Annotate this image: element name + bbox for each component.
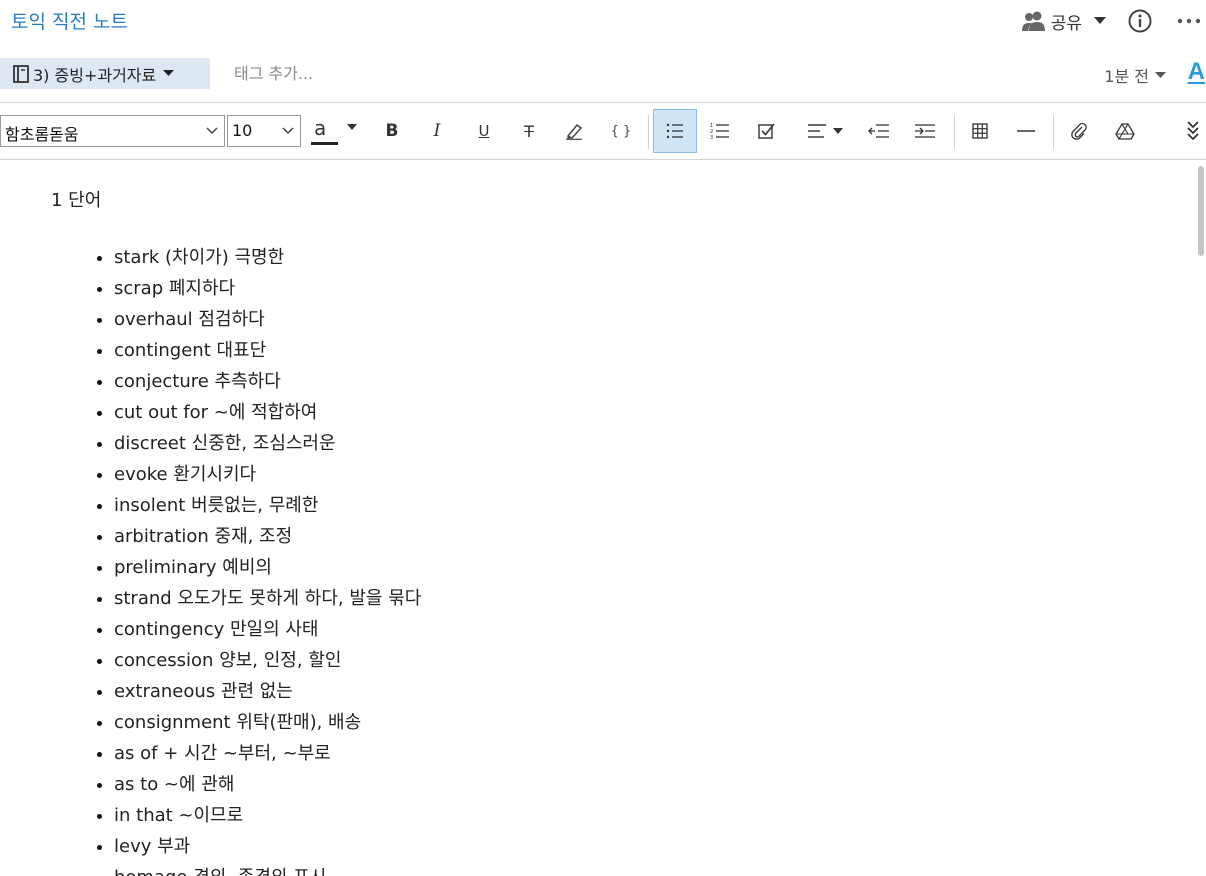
numbered-list-icon: 1 2 3 [710, 123, 729, 140]
modified-time[interactable]: 1분 전 [1104, 63, 1166, 87]
list-item: contingent 대표단 [114, 335, 421, 366]
list-item: homage 경의, 존경의 표시 [114, 862, 421, 876]
chevron-down-icon [282, 127, 294, 135]
list-item: concession 양보, 인정, 할인 [114, 645, 421, 676]
vocabulary-list: stark (차이가) 극명한scrap 폐지하다overhaul 점검하다co… [0, 242, 421, 876]
info-icon[interactable] [1128, 9, 1152, 33]
underline-button[interactable]: U [462, 109, 506, 153]
indent-icon [915, 124, 935, 138]
outdent-icon [868, 124, 889, 138]
note-title[interactable]: 토익 직전 노트 [11, 7, 128, 34]
top-actions: 공유 [1021, 6, 1206, 36]
notebook-icon [13, 64, 29, 83]
list-item: stark (차이가) 극명한 [114, 242, 421, 273]
caret-down-icon [163, 70, 175, 76]
font-color-swatch [311, 142, 338, 145]
list-item: scrap 폐지하다 [114, 273, 421, 304]
top-bar: 토익 직전 노트 공유 [0, 0, 1206, 42]
italic-button[interactable]: I [415, 109, 459, 153]
section-heading: 1 단어 [51, 190, 102, 211]
list-item: cut out for ~에 적합하여 [114, 397, 421, 428]
toolbar-divider [954, 115, 955, 149]
horizontal-rule-button[interactable] [1004, 109, 1048, 153]
list-item: extraneous 관련 없는 [114, 676, 421, 707]
scrollbar[interactable] [1196, 160, 1206, 876]
share-button[interactable]: 공유 [1021, 9, 1106, 34]
code-icon: { } [610, 123, 632, 139]
strikethrough-icon: T [524, 121, 534, 141]
chevrons-down-icon [1187, 121, 1199, 141]
list-item: consignment 위탁(판매), 배송 [114, 707, 421, 738]
bulleted-list-icon [666, 123, 683, 139]
google-drive-button[interactable] [1103, 109, 1147, 153]
align-button[interactable] [797, 109, 853, 153]
more-options-icon[interactable] [1176, 9, 1202, 33]
list-item: evoke 환기시키다 [114, 459, 421, 490]
font-color-label: a [314, 116, 327, 140]
list-item: as to ~에 관해 [114, 769, 421, 800]
svg-text:3: 3 [710, 135, 713, 140]
note-meta-bar: 3) 증빙+과거자료 1분 전 A [0, 58, 1206, 90]
horizontal-rule-icon [1017, 130, 1035, 132]
share-label: 공유 [1050, 13, 1082, 34]
list-item: discreet 신중한, 조심스러운 [114, 428, 421, 459]
modified-label: 1분 전 [1104, 67, 1149, 86]
strikethrough-button[interactable]: T [507, 109, 551, 153]
paperclip-icon [1071, 122, 1087, 140]
list-item: as of + 시간 ~부터, ~부로 [114, 738, 421, 769]
toolbar-divider [1053, 115, 1054, 149]
code-button[interactable]: { } [599, 109, 643, 153]
bulleted-list-button[interactable] [653, 109, 697, 153]
checkbox-icon [758, 123, 775, 139]
caret-down-icon [1094, 17, 1106, 24]
list-item: insolent 버릇없는, 무례한 [114, 490, 421, 521]
list-item: levy 부과 [114, 831, 421, 862]
font-style-button[interactable]: A [1188, 58, 1205, 86]
checklist-button[interactable] [745, 109, 789, 153]
tag-input[interactable] [234, 61, 484, 85]
list-item: contingency 만일의 사태 [114, 614, 421, 645]
caret-down-icon [347, 123, 357, 130]
font-family-select[interactable]: 함초롬돋움 [0, 115, 225, 147]
list-item: conjecture 추측하다 [114, 366, 421, 397]
list-item: strand 오도가도 못하게 하다, 발을 묶다 [114, 583, 421, 614]
toolbar-divider [648, 115, 649, 149]
chevron-down-icon [206, 127, 218, 135]
notebook-selector[interactable]: 3) 증빙+과거자료 [0, 58, 210, 89]
font-family-value: 함초롬돋움 [5, 125, 79, 144]
font-color-button[interactable]: a [307, 109, 361, 153]
numbered-list-button[interactable]: 1 2 3 [698, 109, 742, 153]
scrollbar-thumb[interactable] [1198, 166, 1204, 256]
note-editor[interactable]: 1 단어 stark (차이가) 극명한scrap 폐지하다overhaul 점… [0, 160, 1196, 876]
toolbar-expand-button[interactable] [1180, 109, 1206, 153]
list-item: preliminary 예비의 [114, 552, 421, 583]
font-size-select[interactable]: 10 [227, 115, 301, 147]
attach-button[interactable] [1057, 109, 1101, 153]
google-drive-icon [1115, 123, 1135, 140]
align-left-icon [808, 124, 826, 138]
list-item: arbitration 중재, 조정 [114, 521, 421, 552]
outdent-button[interactable] [857, 109, 901, 153]
font-size-value: 10 [232, 121, 253, 140]
caret-down-icon [1155, 71, 1166, 78]
list-item: in that ~이므로 [114, 800, 421, 831]
font-color-icon: a [311, 116, 341, 146]
table-button[interactable] [958, 109, 1002, 153]
format-toolbar: 함초롬돋움 10 a B I U T { } 1 2 3 [0, 102, 1206, 160]
caret-down-icon [833, 127, 843, 134]
underline-icon: U [478, 122, 490, 140]
list-item: overhaul 점검하다 [114, 304, 421, 335]
users-icon [1021, 11, 1045, 31]
highlight-button[interactable] [552, 109, 596, 153]
bold-button[interactable]: B [370, 109, 414, 153]
notebook-label: 3) 증빙+과거자료 [33, 65, 157, 85]
table-icon [972, 123, 988, 139]
highlighter-icon [566, 123, 583, 140]
indent-button[interactable] [903, 109, 947, 153]
italic-icon: I [433, 121, 441, 141]
bold-icon: B [385, 121, 399, 141]
